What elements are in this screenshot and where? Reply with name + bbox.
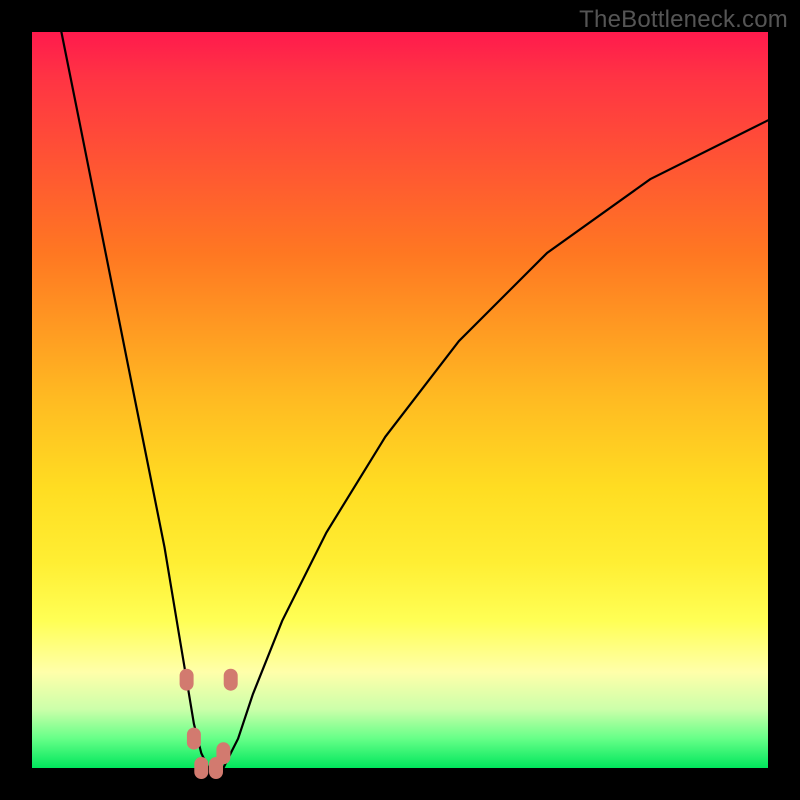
marker-dot — [194, 757, 208, 779]
marker-dot — [187, 728, 201, 750]
marker-dot — [216, 742, 230, 764]
marker-dot — [180, 669, 194, 691]
curve-markers — [180, 669, 238, 779]
bottleneck-curve — [61, 32, 768, 768]
curve-layer — [32, 32, 768, 768]
watermark-text: TheBottleneck.com — [579, 6, 788, 34]
marker-dot — [224, 669, 238, 691]
chart-frame: TheBottleneck.com — [0, 0, 800, 800]
